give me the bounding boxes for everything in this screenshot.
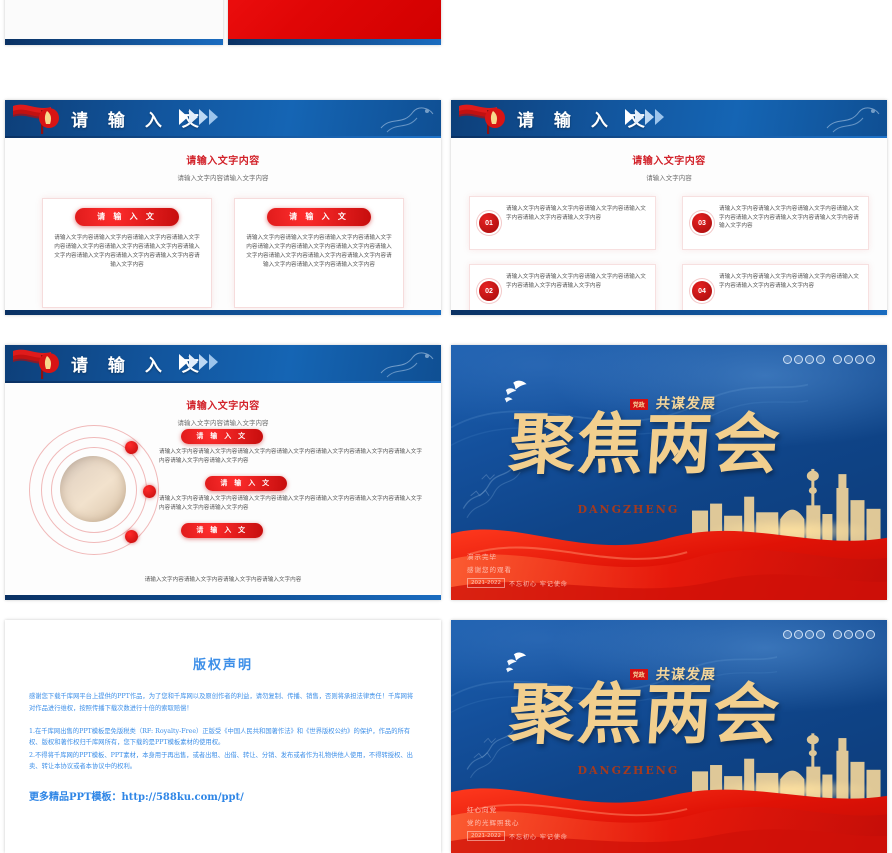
item-number-badge: 03: [692, 213, 712, 233]
item-body-text: 请输入文字内容请输入文字内容请输入文字内容请输入文字内容请输入文字内容请输入文字…: [719, 206, 859, 229]
section-subtitle: 请输入文字内容: [646, 175, 692, 182]
hero-footer-slogan: 不忘初心 牢记使命: [508, 580, 568, 588]
slide-thumbnail-row0-left[interactable]: 14 请 输 入 文 请输入文字内容请输入文字内容: [5, 0, 223, 45]
hero-footer-line2: 党的光辉照我心: [467, 819, 520, 827]
slide-thumbnail-four-items[interactable]: 请 输 入 文 请输入文字内容 请输入文字内容 01 请输入文字内容请输入文字内…: [451, 100, 887, 315]
slide-thumbnail-grid: 14 请 输 入 文 请输入文字内容请输入文字内容 15 请输入文字内容请输入文…: [0, 0, 892, 853]
slide-bottom-bar: [5, 39, 223, 45]
item-number-badge: 04: [692, 281, 712, 301]
orbit-list-item[interactable]: 请 输 入 文: [155, 519, 427, 538]
card-pill-label: 请 输 入 文: [267, 208, 371, 226]
orbit-list-item[interactable]: 请 输 入 文 请输入文字内容请输入文字内容请输入文字内容请输入文字内容请输入文…: [155, 472, 427, 512]
orbit-node[interactable]: [125, 530, 138, 543]
hero-pinyin: DANGZHENG: [577, 503, 680, 517]
orbit-diagram: [29, 425, 159, 555]
numbered-item[interactable]: 02 请输入文字内容请输入文字内容请输入文字内容请输入文字内容请输入文字内容请输…: [469, 264, 656, 315]
copyright-lead: 感谢您下载千库网平台上提供的PPT作品，为了您和千库网以及原创作者的利益，请勿复…: [29, 693, 414, 712]
copyright-item-2: 2.不得将千库网的PPT模板、PPT素材，本身用于再出售，或者出租、出借、转让、…: [29, 752, 413, 770]
numbered-item[interactable]: 04 请输入文字内容请输入文字内容请输入文字内容请输入文字内容请输入文字内容请输…: [682, 264, 869, 315]
orbit-node[interactable]: [125, 441, 138, 454]
item-body-text: 请输入文字内容请输入文字内容请输入文字内容请输入文字内容请输入文字内容请输入文字…: [719, 274, 859, 289]
slide-body: 请输入文字内容 请输入文字内容请输入文字内容 请 输 入 文 请输入文字内容请输…: [5, 383, 441, 595]
hero-footer-year: 2021-2022: [467, 578, 505, 588]
item-pill-label: 请 输 入 文: [181, 523, 263, 538]
copyright-slide: 版权声明 感谢您下载千库网平台上提供的PPT作品，为了您和千库网以及原创作者的利…: [5, 620, 441, 853]
hero-footer: 红心向党 党的光辉照我心 2021-2022 不忘初心 牢记使命: [467, 804, 568, 841]
card-pill-label: 请 输 入 文: [75, 208, 179, 226]
copyright-more-link[interactable]: 更多精品PPT模板：http://588ku.com/ppt/: [29, 788, 441, 803]
section-title: 请输入文字内容: [186, 401, 260, 412]
slide-thumbnail-hero-cover[interactable]: 聚焦两会 党政 共谋发展 DANGZHENG 红心向党 党的光辉照我心 2021…: [451, 620, 887, 853]
flag-torch-icon: [13, 349, 59, 379]
item-body-text: 请输入文字内容请输入文字内容请输入文字内容请输入文字内容请输入文字内容请输入文字…: [159, 449, 422, 464]
hero-badge: 党政: [629, 668, 648, 680]
slide-thumbnail-two-cards[interactable]: 请 输 入 文 请输入文字内容 请输入文字内容请输入文字内容 请 输 入 文 请…: [5, 100, 441, 315]
corner-dots-decor: [783, 355, 875, 364]
section-title: 请输入文字内容: [632, 156, 706, 167]
chevron-right-icon: [625, 109, 664, 125]
slide-bottom-bar: [5, 595, 441, 600]
slide-thumbnail-copyright[interactable]: 版权声明 感谢您下载千库网平台上提供的PPT作品，为了您和千库网以及原创作者的利…: [5, 620, 441, 853]
item-body-text: 请输入文字内容请输入文字内容请输入文字内容请输入文字内容请输入文字内容请输入文字…: [506, 274, 646, 289]
item-pill-label: 请 输 入 文: [205, 476, 287, 491]
hero-footer: 演示完毕 感谢您的观看 2021-2022 不忘初心 牢记使命: [467, 551, 568, 588]
copyright-item-1: 1.在千库网出售的PPT模板是免版税类（RF: Royalty-Free）正版受…: [29, 728, 411, 746]
hero-subtitle: 共谋发展: [654, 396, 717, 413]
orbit-list-item[interactable]: 请 输 入 文 请输入文字内容请输入文字内容请输入文字内容请输入文字内容请输入文…: [155, 425, 427, 465]
numbered-item[interactable]: 01 请输入文字内容请输入文字内容请输入文字内容请输入文字内容请输入文字内容请输…: [469, 196, 656, 250]
numbered-item-grid: 01 请输入文字内容请输入文字内容请输入文字内容请输入文字内容请输入文字内容请输…: [469, 196, 869, 315]
slide-body: 请输入文字内容 请输入文字内容 01 请输入文字内容请输入文字内容请输入文字内容…: [451, 138, 887, 315]
orbit-footer-note: 请输入文字内容请输入文字内容请输入文字内容请输入文字内容: [144, 577, 302, 583]
ornament-icon: [826, 107, 880, 133]
hero-footer-line1: 演示完毕: [467, 553, 497, 561]
hero-footer-line1: 红心向党: [467, 806, 497, 814]
content-card[interactable]: 请 输 入 文 请输入文字内容请输入文字内容请输入文字内容请输入文字内容请输入文…: [234, 198, 404, 308]
item-body-text: 请输入文字内容请输入文字内容请输入文字内容请输入文字内容请输入文字内容请输入文字…: [159, 496, 422, 511]
item-number-badge: 02: [479, 281, 499, 301]
flag-torch-icon: [13, 104, 59, 134]
slide-bottom-bar: [5, 310, 441, 315]
slide-header-banner: 请 输 入 文: [451, 100, 887, 138]
ornament-icon: [380, 352, 434, 378]
slide-thumbnail-hero-end[interactable]: 聚焦两会 党政 共谋发展 DANGZHENG 演示完毕 感谢您的观看 2021-…: [451, 345, 887, 600]
center-photo: [60, 456, 126, 522]
orbit-text-list: 请 输 入 文 请输入文字内容请输入文字内容请输入文字内容请输入文字内容请输入文…: [155, 425, 427, 545]
item-number-badge: 01: [479, 213, 499, 233]
section-subtitle: 请输入文字内容请输入文字内容: [177, 175, 269, 182]
slide-thumbnail-row0-right[interactable]: 15 请输入文字内容请输入文字内容: [228, 0, 441, 45]
slide-bottom-bar: [228, 39, 441, 45]
content-card[interactable]: 请 输 入 文 请输入文字内容请输入文字内容请输入文字内容请输入文字内容请输入文…: [42, 198, 212, 308]
copyright-title: 版权声明: [192, 658, 253, 673]
ornament-icon: [380, 107, 434, 133]
numbered-item[interactable]: 03 请输入文字内容请输入文字内容请输入文字内容请输入文字内容请输入文字内容请输…: [682, 196, 869, 250]
slide-body: 请输入文字内容 请输入文字内容请输入文字内容 请 输 入 文 请输入文字内容请输…: [5, 138, 441, 310]
card-body-text: 请输入文字内容请输入文字内容请输入文字内容请输入文字内容请输入文字内容请输入文字…: [246, 235, 392, 268]
chevron-right-icon: [179, 109, 218, 125]
item-body-text: 请输入文字内容请输入文字内容请输入文字内容请输入文字内容请输入文字内容请输入文字…: [506, 206, 646, 221]
slide-header-banner: 请 输 入 文: [5, 100, 441, 138]
card-list: 请 输 入 文 请输入文字内容请输入文字内容请输入文字内容请输入文字内容请输入文…: [5, 198, 441, 308]
hero-badge: 党政: [629, 398, 648, 410]
slide-bottom-bar: [451, 310, 887, 315]
hero-footer-line2: 感谢您的观看: [467, 566, 512, 574]
hero-slide: 聚焦两会 党政 共谋发展 DANGZHENG 演示完毕 感谢您的观看 2021-…: [451, 345, 887, 600]
slide-thumbnail-orbit[interactable]: 请 输 入 文 请输入文字内容 请输入文字内容请输入文字内容 请 输 入 文 请…: [5, 345, 441, 600]
section-title: 请输入文字内容: [186, 156, 260, 167]
card-body-text: 请输入文字内容请输入文字内容请输入文字内容请输入文字内容请输入文字内容请输入文字…: [54, 235, 200, 268]
flag-torch-icon: [459, 104, 505, 134]
corner-dots-decor: [783, 630, 875, 639]
hero-slide: 聚焦两会 党政 共谋发展 DANGZHENG 红心向党 党的光辉照我心 2021…: [451, 620, 887, 853]
hero-footer-year: 2021-2022: [467, 831, 505, 841]
chevron-right-icon: [179, 354, 218, 370]
hero-pinyin: DANGZHENG: [577, 764, 680, 778]
slide-header-banner: 请 输 入 文: [5, 345, 441, 383]
hero-footer-slogan: 不忘初心 牢记使命: [508, 833, 568, 841]
item-pill-label: 请 输 入 文: [181, 429, 263, 444]
hero-subtitle: 共谋发展: [654, 667, 717, 684]
